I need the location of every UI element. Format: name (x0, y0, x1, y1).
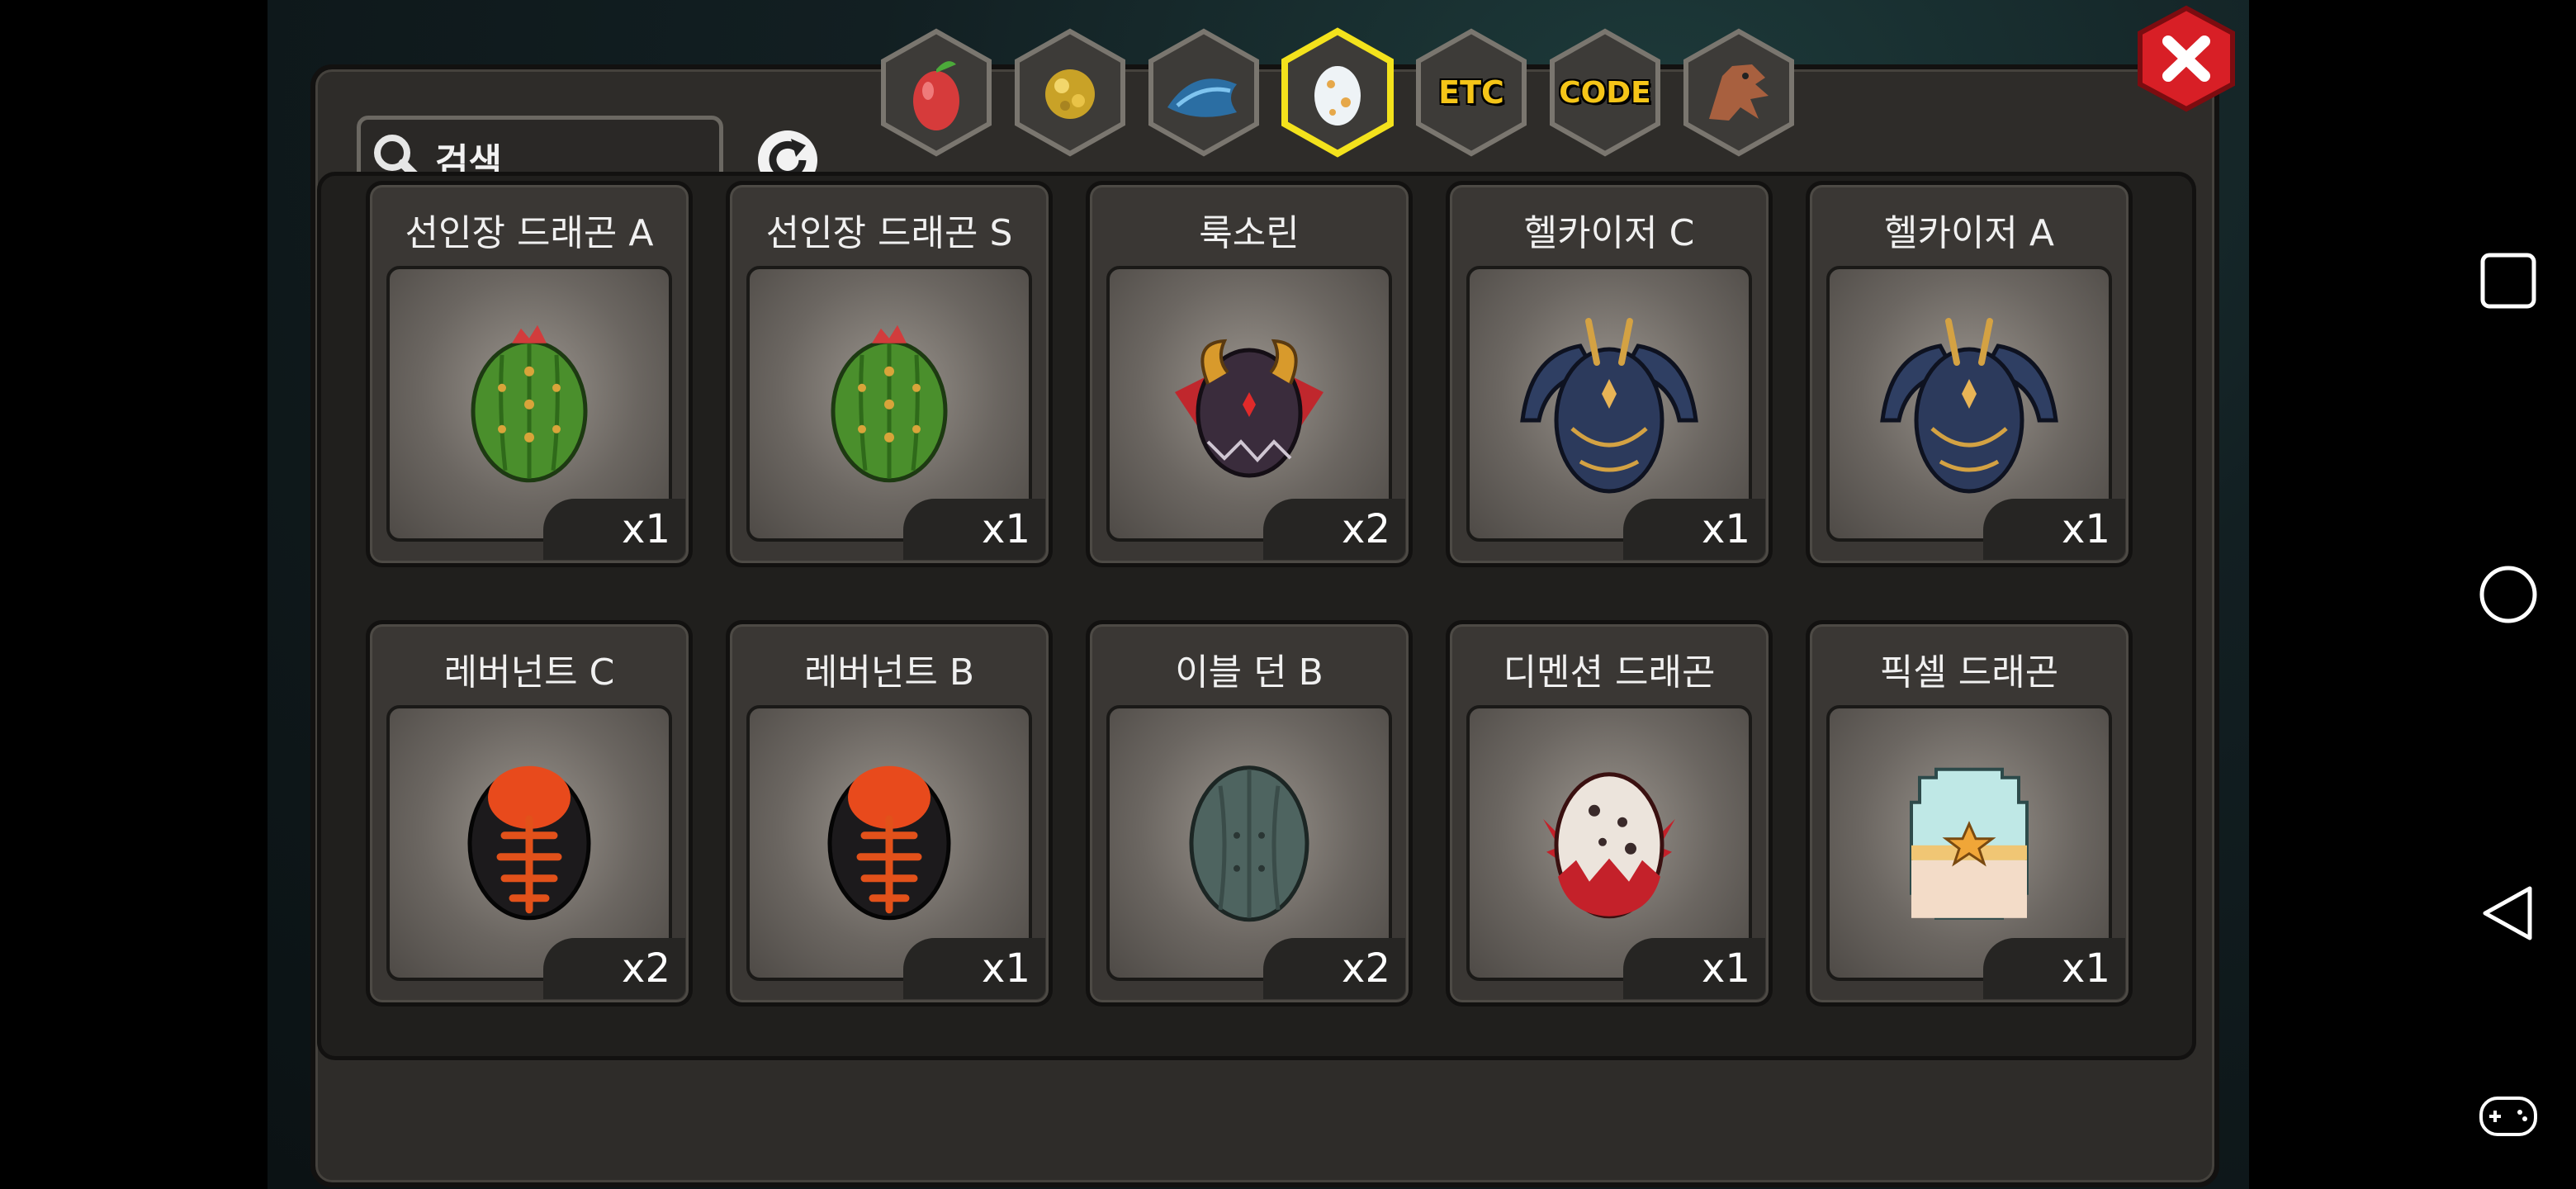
item-count: x2 (1263, 499, 1405, 560)
item-card[interactable]: 선인장 드래곤 A x1 (366, 181, 693, 567)
tab-code-label: CODE (1559, 75, 1651, 110)
item-card[interactable]: 헬카이저 A x1 (1806, 181, 2133, 567)
item-card[interactable]: 이블 던 B x2 (1086, 620, 1413, 1007)
item-grid: 선인장 드래곤 A x1 선인장 드래곤 S x1 룩소린 x2 헬카이저 C … (317, 172, 2196, 1060)
item-name: 선인장 드래곤 A (405, 212, 654, 254)
recents-icon[interactable] (2479, 251, 2538, 310)
tab-fruit[interactable] (877, 26, 996, 159)
tab-egg[interactable] (1278, 26, 1397, 159)
revenant-egg-icon (827, 765, 951, 921)
horned-egg-icon (1175, 339, 1324, 478)
item-count: x1 (903, 938, 1045, 999)
item-name: 선인장 드래곤 S (765, 212, 1013, 254)
item-count: x1 (1623, 499, 1765, 560)
item-name: 레버넌트 C (443, 651, 615, 694)
item-card[interactable]: 헬카이저 C x1 (1446, 181, 1773, 567)
item-card[interactable]: 선인장 드래곤 S x1 (726, 181, 1053, 567)
item-count: x2 (543, 938, 685, 999)
home-icon[interactable] (2479, 565, 2538, 624)
system-navbar (2439, 0, 2576, 1189)
gold-icon (1045, 69, 1095, 119)
pixel-egg-icon (1910, 767, 2029, 920)
item-name: 픽셀 드래곤 (1879, 651, 2059, 694)
dimension-egg-icon (1543, 772, 1675, 919)
tab-gold[interactable] (1011, 26, 1129, 159)
item-name: 헬카이저 C (1523, 212, 1695, 254)
revenant-egg-icon (467, 765, 591, 921)
egg-icon (1314, 66, 1361, 126)
item-name: 헬카이저 A (1883, 212, 2054, 254)
back-icon[interactable] (2479, 883, 2538, 943)
item-count: x1 (1623, 938, 1765, 999)
gamepad-icon[interactable] (2479, 1087, 2538, 1146)
cactus-egg-icon (471, 324, 588, 483)
item-name: 이블 던 B (1175, 651, 1324, 694)
tab-etc-label: ETC (1438, 74, 1504, 111)
item-count: x1 (1983, 938, 2125, 999)
hellkaiser-egg-icon (1880, 318, 2058, 494)
cactus-egg-icon (831, 324, 948, 483)
item-card[interactable]: 룩소린 x2 (1086, 181, 1413, 567)
item-name: 디멘션 드래곤 (1503, 651, 1716, 694)
game-screen: 검색 ETC CODE 선인장 드래곤 A x1 선인장 드래곤 S x1 룩소… (268, 0, 2249, 1189)
item-card[interactable]: 레버넌트 C x2 (366, 620, 693, 1007)
hellkaiser-egg-icon (1520, 318, 1698, 494)
tab-etc[interactable]: ETC (1412, 26, 1531, 159)
item-card[interactable]: 픽셀 드래곤 x1 (1806, 620, 2133, 1007)
item-card[interactable]: 레버넌트 B x1 (726, 620, 1053, 1007)
item-count: x1 (903, 499, 1045, 560)
item-count: x1 (1983, 499, 2125, 560)
item-name: 레버넌트 B (803, 651, 975, 694)
tab-dragon[interactable] (1679, 26, 1798, 159)
evil-dawn-egg-icon (1189, 765, 1309, 922)
close-button[interactable] (2135, 5, 2237, 112)
item-name: 룩소린 (1199, 212, 1300, 254)
tab-fish[interactable] (1144, 26, 1263, 159)
tab-code[interactable]: CODE (1546, 26, 1664, 159)
item-count: x2 (1263, 938, 1405, 999)
item-count: x1 (543, 499, 685, 560)
item-card[interactable]: 디멘션 드래곤 x1 (1446, 620, 1773, 1007)
